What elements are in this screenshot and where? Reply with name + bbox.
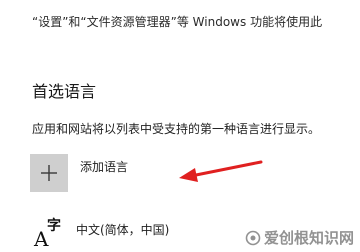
language-glyph-a: A xyxy=(34,227,49,251)
watermark: 爱创根知识网 xyxy=(245,227,354,248)
language-glyph-zi: 字 xyxy=(47,218,61,234)
preferred-languages-description: 应用和网站将以列表中受支持的第一种语言进行显示。 xyxy=(32,122,321,136)
display-language-description: “设置”和“文件资源管理器”等 Windows 功能将使用此 xyxy=(32,15,323,29)
language-item-zh-cn[interactable]: 字 A 中文(简体，中国) xyxy=(30,217,250,251)
plus-icon xyxy=(30,154,68,192)
language-name: 中文(简体，中国) xyxy=(76,223,170,237)
watermark-text: 爱创根知识网 xyxy=(263,229,354,247)
language-glyph-icon: 字 A xyxy=(34,217,66,251)
preferred-languages-heading: 首选语言 xyxy=(32,82,97,101)
add-language-label: 添加语言 xyxy=(80,160,129,174)
red-arrow-annotation xyxy=(175,157,265,187)
add-language-button[interactable]: 添加语言 xyxy=(30,154,190,200)
